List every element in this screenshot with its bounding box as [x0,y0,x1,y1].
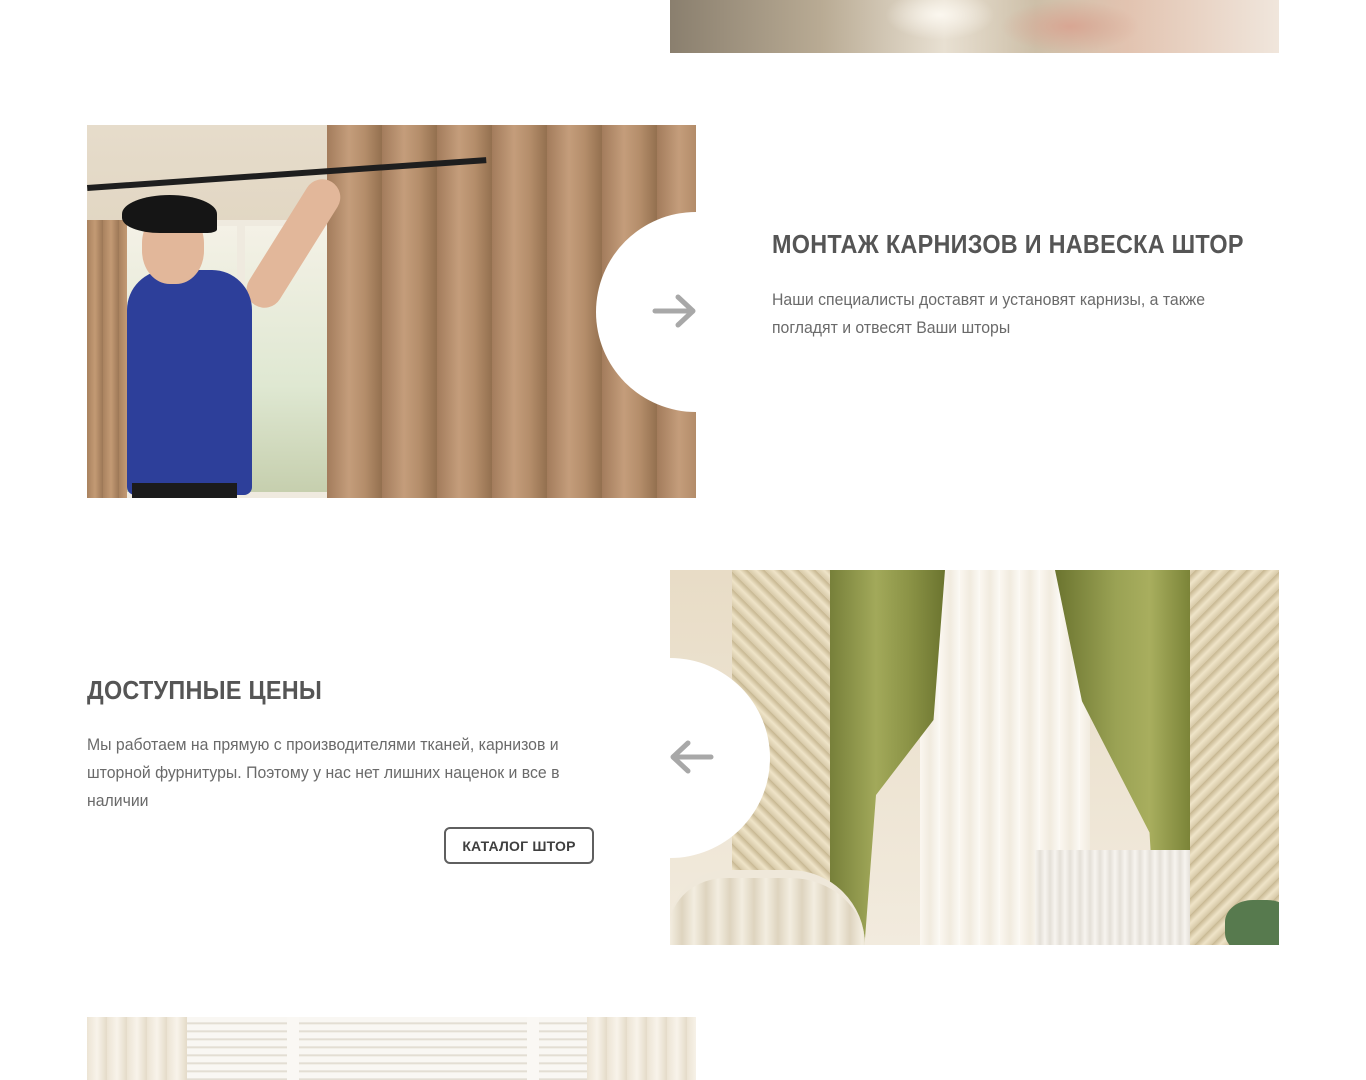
section-text-prices: Мы работаем на прямую с производителями … [87,735,560,810]
arrow-right-icon [652,294,696,328]
bottom-photo [87,1017,696,1080]
section-title-install: МОНТАЖ КАРНИЗОВ И НАВЕСКА ШТОР [772,229,1244,259]
section-title-prices: ДОСТУПНЫЕ ЦЕНЫ [87,675,323,705]
arrow-left-icon [670,740,714,774]
catalog-button[interactable]: КАТАЛОГ ШТОР [444,827,594,864]
top-photo [670,0,1279,53]
section-text-install: Наши специалисты доставят и установят ка… [772,290,1206,337]
